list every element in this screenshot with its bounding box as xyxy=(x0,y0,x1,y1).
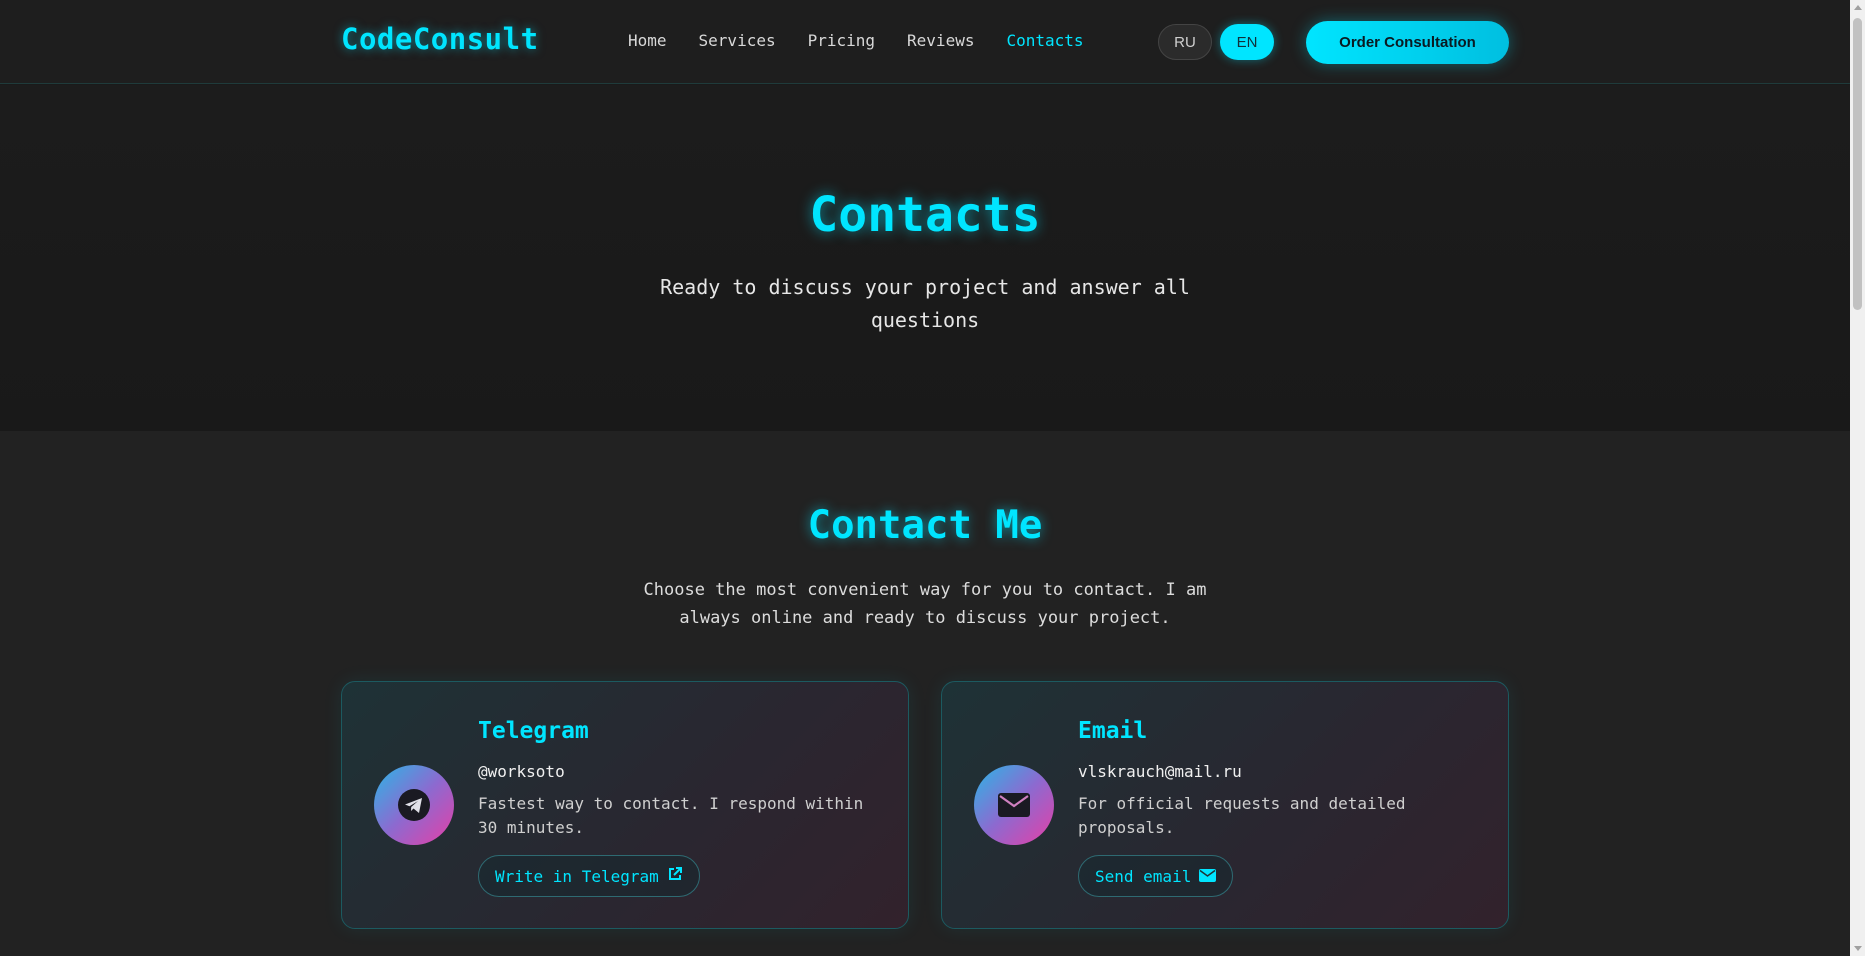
nav-reviews[interactable]: Reviews xyxy=(907,31,974,50)
telegram-handle: @worksoto xyxy=(478,762,565,781)
order-consultation-button[interactable]: Order Consultation xyxy=(1306,21,1509,64)
button-label: Write in Telegram xyxy=(495,866,659,886)
lang-en-button[interactable]: EN xyxy=(1220,24,1274,60)
card-title: Email xyxy=(1078,718,1148,744)
scroll-up-arrow-icon[interactable] xyxy=(1854,5,1862,10)
card-title: Telegram xyxy=(478,718,589,744)
vertical-scrollbar[interactable] xyxy=(1850,0,1865,956)
page: CodeConsult Home Services Pricing Review… xyxy=(0,0,1850,956)
send-email-button[interactable]: Send email xyxy=(1078,855,1234,897)
envelope-icon xyxy=(1199,867,1217,886)
envelope-icon xyxy=(974,765,1054,845)
nav-contacts[interactable]: Contacts xyxy=(1006,31,1083,50)
hero-subtitle: Ready to discuss your project and answer… xyxy=(660,275,1190,332)
telegram-icon xyxy=(374,765,454,845)
section-title: Contact Me xyxy=(807,503,1043,548)
scrollbar-thumb[interactable] xyxy=(1853,18,1862,310)
main-nav: Home Services Pricing Reviews Contacts xyxy=(628,31,1116,50)
telegram-card: Telegram @worksoto Fastest way to contac… xyxy=(341,681,909,929)
hero-section: Contacts Ready to discuss your project a… xyxy=(0,85,1850,431)
button-label: Send email xyxy=(1095,866,1192,886)
page-title: Contacts xyxy=(809,187,1041,243)
email-card: Email vlskrauch@mail.ru For official req… xyxy=(941,681,1509,929)
card-description: Fastest way to contact. I respond within… xyxy=(478,794,864,837)
nav-pricing[interactable]: Pricing xyxy=(808,31,875,50)
lang-ru-button[interactable]: RU xyxy=(1158,24,1212,60)
scroll-down-arrow-icon[interactable] xyxy=(1854,946,1862,951)
card-description: For official requests and detailed propo… xyxy=(1078,794,1406,837)
site-header: CodeConsult Home Services Pricing Review… xyxy=(0,0,1850,84)
contact-section: Contact Me Choose the most convenient wa… xyxy=(0,431,1850,956)
logo[interactable]: CodeConsult xyxy=(341,22,539,56)
section-subtitle: Choose the most convenient way for you t… xyxy=(643,580,1207,628)
nav-home[interactable]: Home xyxy=(628,31,667,50)
external-link-icon xyxy=(667,866,683,886)
nav-services[interactable]: Services xyxy=(699,31,776,50)
write-in-telegram-button[interactable]: Write in Telegram xyxy=(478,855,700,897)
email-address: vlskrauch@mail.ru xyxy=(1078,762,1242,781)
